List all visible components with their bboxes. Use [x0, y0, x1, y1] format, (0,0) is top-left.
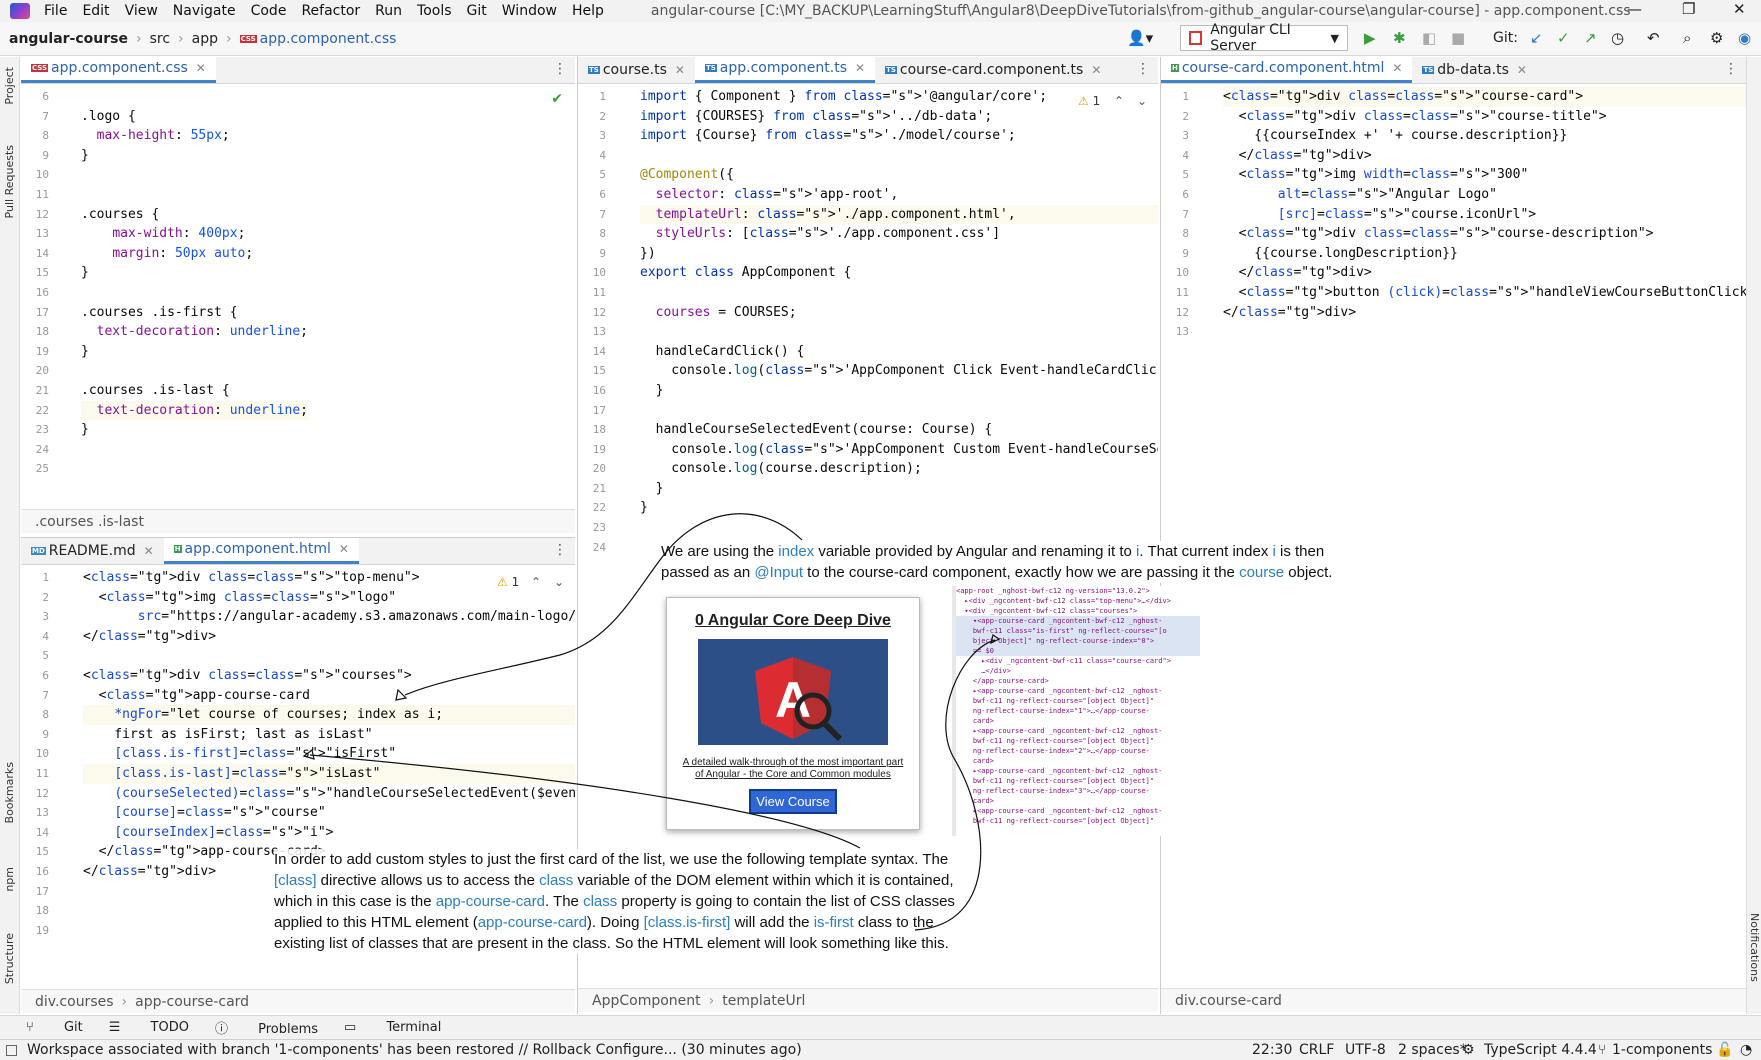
problems-tool-button[interactable]: ⓘ Problems	[215, 1018, 318, 1037]
file-encoding[interactable]: UTF-8	[1345, 1042, 1386, 1058]
caret-position[interactable]: 22:30	[1252, 1042, 1292, 1058]
git-tool-button[interactable]: ⑂ Git	[26, 1020, 83, 1035]
git-branch[interactable]: 1-components	[1612, 1042, 1712, 1058]
memory-icon[interactable]: ◔	[1740, 1042, 1752, 1058]
settings-icon[interactable]: ⚙	[1462, 1042, 1475, 1058]
todo-tool-button[interactable]: ☰ TODO	[109, 1020, 189, 1035]
ide-window: File Edit View Navigate Code Refactor Ru…	[0, 0, 1761, 1060]
tool-window-bar: ⑂ Git ☰ TODO ⓘ Problems ▭ Terminal	[0, 1015, 1761, 1039]
annotation-arrows	[302, 513, 1001, 931]
indent-setting[interactable]: 2 spaces*	[1398, 1042, 1467, 1058]
lock-icon[interactable]: 🔓	[1716, 1042, 1733, 1058]
line-separator[interactable]: CRLF	[1299, 1042, 1334, 1058]
status-window-icon[interactable]	[6, 1044, 17, 1056]
git-branch-icon: ⑂	[1598, 1042, 1607, 1058]
language-service[interactable]: TypeScript 4.4.4	[1484, 1042, 1597, 1058]
status-bar: Workspace associated with branch '1-comp…	[0, 1039, 1761, 1060]
status-message[interactable]: Workspace associated with branch '1-comp…	[27, 1042, 802, 1058]
terminal-tool-button[interactable]: ▭ Terminal	[344, 1020, 441, 1035]
